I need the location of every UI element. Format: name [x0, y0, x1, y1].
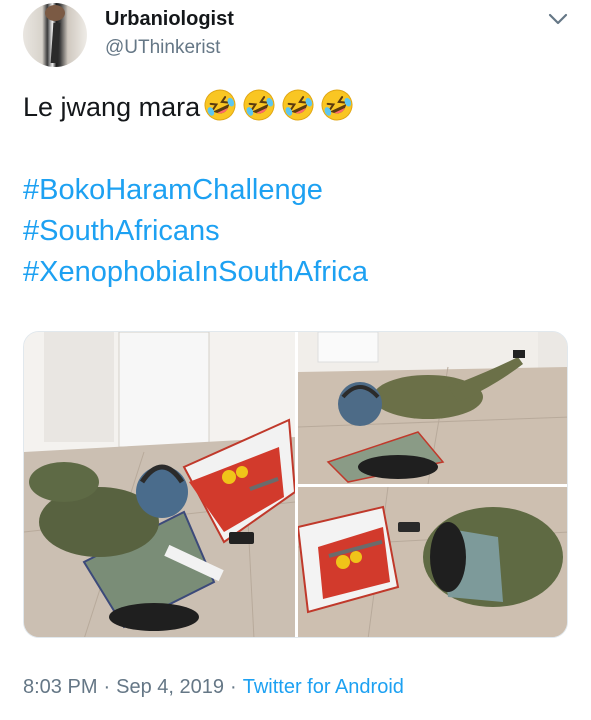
- tweet-header: Urbaniologist @UThinkerist: [0, 0, 591, 80]
- author-display-name[interactable]: Urbaniologist: [105, 8, 234, 31]
- rolling-on-floor-laughing-emoji-icon: [321, 89, 353, 121]
- hashtag-link[interactable]: #XenophobiaInSouthAfrica: [23, 252, 368, 293]
- tweet-client-link[interactable]: Twitter for Android: [243, 676, 404, 698]
- media-photo[interactable]: [298, 487, 567, 637]
- chevron-down-icon[interactable]: [545, 6, 571, 32]
- tweet-time[interactable]: 8:03 PM: [23, 676, 97, 698]
- meta-separator: ·: [230, 676, 237, 698]
- author-handle[interactable]: @UThinkerist: [105, 37, 220, 59]
- media-grid: [23, 331, 568, 638]
- avatar[interactable]: [23, 3, 87, 67]
- hashtag-link[interactable]: #SouthAfricans: [23, 211, 368, 252]
- hashtag-list: #BokoHaramChallenge #SouthAfricans #Xeno…: [23, 170, 368, 293]
- tweet-text: Le jwang mara: [23, 86, 356, 125]
- rolling-on-floor-laughing-emoji-icon: [204, 89, 236, 121]
- avatar-face: [45, 5, 65, 21]
- meta-separator: ·: [103, 676, 111, 698]
- hashtag-link[interactable]: #BokoHaramChallenge: [23, 170, 368, 211]
- avatar-tie: [50, 23, 61, 63]
- media-photo[interactable]: [298, 332, 567, 484]
- rolling-on-floor-laughing-emoji-icon: [243, 89, 275, 121]
- tweet-text-body: Le jwang mara: [23, 92, 201, 122]
- tweet-meta: 8:03 PM · Sep 4, 2019 · Twitter for Android: [23, 676, 404, 699]
- media-photo[interactable]: [24, 332, 295, 637]
- tweet-date[interactable]: Sep 4, 2019: [116, 676, 224, 698]
- rolling-on-floor-laughing-emoji-icon: [282, 89, 314, 121]
